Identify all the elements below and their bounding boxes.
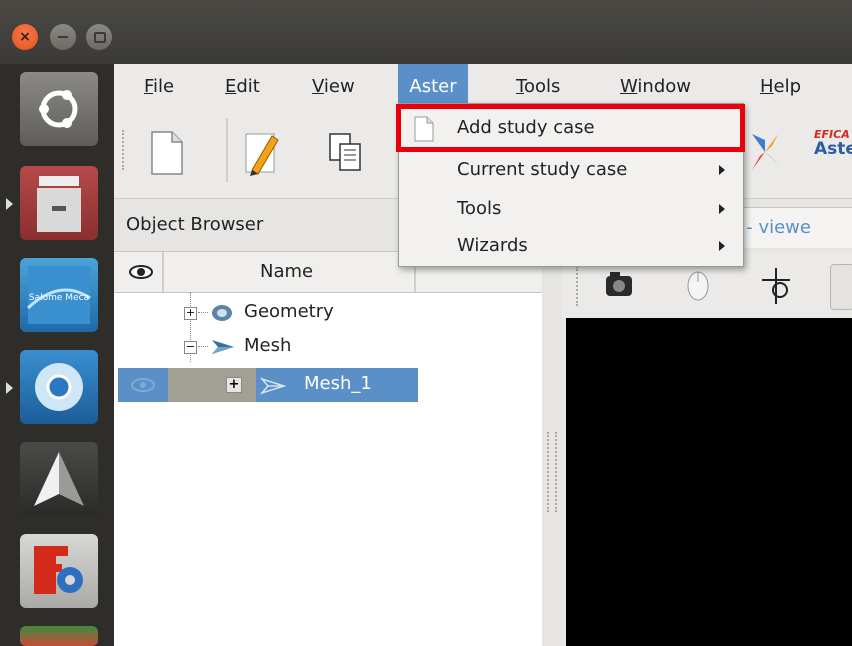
- launcher-running-pip: [6, 198, 13, 210]
- interaction-style-button[interactable]: [682, 266, 714, 304]
- launcher-files-button[interactable]: [20, 166, 98, 240]
- mesh-icon: [212, 340, 234, 354]
- camera-icon: [606, 272, 632, 296]
- launcher-app-button[interactable]: [20, 442, 98, 516]
- tree-line: [198, 346, 208, 347]
- splitter-grip: [547, 432, 557, 512]
- launcher-partial-button[interactable]: [20, 626, 98, 646]
- menu-edit[interactable]: Edit: [215, 64, 270, 110]
- menu-view[interactable]: View: [302, 64, 365, 110]
- aster-pinwheel-icon: [752, 134, 780, 170]
- freecad-icon: [34, 546, 83, 594]
- copy-icon: [329, 133, 361, 171]
- new-document-button[interactable]: [148, 130, 186, 176]
- maximize-window-button[interactable]: [86, 24, 112, 50]
- name-column-header[interactable]: Name: [260, 252, 313, 292]
- mouse-icon: [687, 271, 709, 301]
- collapse-toggle[interactable]: −: [184, 341, 197, 354]
- tree-label: Geometry: [244, 301, 334, 322]
- tree-row-mesh[interactable]: − Mesh: [114, 332, 542, 362]
- menu-item-wizards[interactable]: Wizards: [399, 228, 743, 264]
- minimize-window-button[interactable]: [50, 24, 76, 50]
- launcher-salome-button[interactable]: Salome Meca: [20, 258, 98, 332]
- rotation-point-icon: [762, 268, 790, 304]
- ubuntu-logo-icon: [39, 90, 78, 128]
- toolbar-grip[interactable]: [576, 266, 583, 306]
- menu-item-tools[interactable]: Tools: [399, 191, 743, 227]
- eficas-aster-button[interactable]: EFICA Aste: [814, 128, 852, 178]
- toolbar-separator: [226, 118, 228, 182]
- menu-item-current-study-case[interactable]: Current study case: [399, 152, 743, 188]
- visibility-column-header[interactable]: [126, 262, 156, 282]
- tree-label: Mesh_1: [304, 373, 372, 394]
- object-browser-title: Object Browser: [126, 214, 264, 235]
- edit-document-button[interactable]: [242, 130, 286, 176]
- dump-view-button[interactable]: [602, 266, 638, 304]
- object-browser-tree: Name + Geometry − Mesh + Mesh_1: [114, 252, 543, 646]
- occ-viewer-canvas[interactable]: [566, 318, 852, 646]
- column-divider: [162, 252, 164, 292]
- close-window-button[interactable]: ×: [12, 24, 38, 50]
- visibility-cell[interactable]: [118, 368, 168, 402]
- geometry-icon: [212, 305, 232, 321]
- submenu-arrow-icon: [719, 204, 725, 214]
- launcher-dash-button[interactable]: [20, 72, 98, 146]
- submenu-arrow-icon: [719, 241, 725, 251]
- pyramid-icon: [34, 452, 84, 506]
- chromium-icon: [35, 363, 83, 411]
- aster-logo-text: Aste: [814, 139, 852, 159]
- pencil-icon: [245, 133, 279, 176]
- panel-splitter[interactable]: [542, 252, 562, 646]
- mesh-icon: [260, 377, 286, 395]
- window-titlebar: ×: [0, 0, 852, 64]
- eye-icon: [129, 265, 153, 279]
- svg-text:Salome Meca: Salome Meca: [29, 293, 89, 303]
- tree-label: Mesh: [244, 335, 292, 356]
- eye-icon: [131, 378, 155, 392]
- aster-module-button[interactable]: [748, 126, 782, 178]
- viewer-tool-button[interactable]: [830, 264, 852, 310]
- salome-meca-icon: Salome Meca: [26, 266, 91, 324]
- file-cabinet-icon: [37, 176, 81, 232]
- toolbar-grip[interactable]: [122, 130, 129, 170]
- expand-toggle[interactable]: +: [184, 307, 197, 320]
- launcher-chromium-button[interactable]: [20, 350, 98, 424]
- zoom-rotation-point-button[interactable]: [756, 264, 796, 306]
- launcher-freecad-button[interactable]: [20, 534, 98, 608]
- copy-button[interactable]: [328, 132, 362, 174]
- menu-help[interactable]: Help: [750, 64, 811, 110]
- tree-row-geometry[interactable]: + Geometry: [114, 298, 542, 328]
- unity-launcher: Salome Meca: [0, 64, 114, 646]
- new-document-icon: [151, 131, 183, 175]
- submenu-arrow-icon: [719, 165, 725, 175]
- expand-toggle[interactable]: +: [226, 377, 242, 393]
- launcher-running-pip: [6, 382, 13, 394]
- annotation-highlight-box: [396, 104, 745, 152]
- menu-file[interactable]: File: [134, 64, 184, 110]
- tree-row-mesh-1[interactable]: + Mesh_1: [118, 368, 418, 402]
- tree-line: [198, 312, 208, 313]
